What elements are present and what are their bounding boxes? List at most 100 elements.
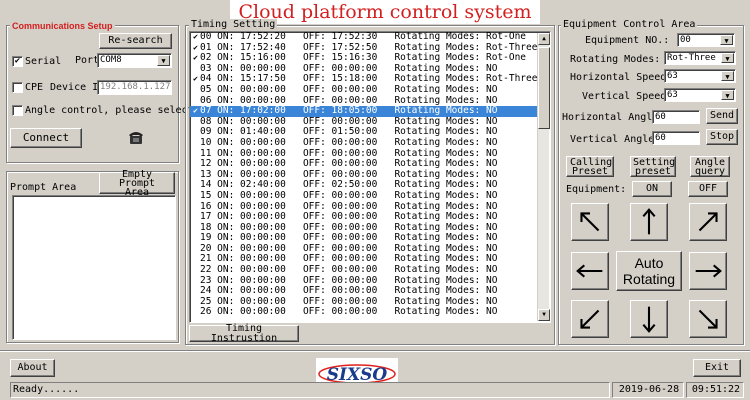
cpe-checkbox[interactable] (12, 82, 23, 93)
timing-list[interactable]: ✔ 00 ON: 17:52:20 OFF: 17:52:30 Rotating … (189, 31, 551, 323)
timing-row-checkbox[interactable]: ✔ (191, 32, 200, 43)
equipment-control-label: Equipment Control Area (561, 19, 698, 31)
equipment-no-select[interactable]: 00 ▼ (677, 33, 735, 47)
timing-row-text: 02 ON: 15:16:00 OFF: 15:16:30 Rotating M… (200, 52, 527, 64)
timing-row-text: 17 ON: 00:00:00 OFF: 00:00:00 Rotating M… (200, 211, 498, 223)
auto-rotating-label: Auto Rotating (622, 255, 676, 287)
arrow-up-left-icon (580, 212, 600, 232)
right-button[interactable] (689, 252, 727, 290)
chevron-down-icon[interactable]: ▼ (157, 55, 170, 66)
timing-row-text: 20 ON: 00:00:00 OFF: 00:00:00 Rotating M… (200, 242, 498, 254)
timing-row-text: 22 ON: 00:00:00 OFF: 00:00:00 Rotating M… (200, 264, 498, 276)
send-button[interactable]: Send (706, 108, 738, 124)
chevron-down-icon[interactable]: ▼ (721, 71, 734, 81)
timing-row-text: 24 ON: 00:00:00 OFF: 00:00:00 Rotating M… (200, 285, 498, 297)
rotating-modes-value: Rot-Three (667, 53, 716, 63)
equipment-no-value: 00 (680, 35, 691, 45)
arrow-left-icon (576, 264, 603, 278)
timing-row-text: 08 ON: 00:00:00 OFF: 00:00:00 Rotating M… (200, 115, 498, 127)
up-button[interactable] (630, 203, 668, 241)
timing-row-text: 09 ON: 01:40:00 OFF: 01:50:00 Rotating M… (200, 126, 498, 138)
down-right-button[interactable] (689, 300, 727, 338)
vertical-speed-select[interactable]: 63 ▼ (664, 88, 736, 102)
auto-rotating-button[interactable]: Auto Rotating (616, 251, 682, 291)
calling-preset-button[interactable]: Calling Preset (566, 156, 614, 177)
down-left-button[interactable] (571, 300, 609, 338)
horizontal-angle-field[interactable]: 60 (652, 110, 700, 124)
port-label: Port (75, 55, 100, 66)
equipment-off-button[interactable]: OFF (688, 181, 728, 197)
vertical-angle-field[interactable]: 60 (652, 131, 700, 145)
chevron-down-icon[interactable]: ▼ (721, 53, 734, 63)
timing-row-text: 03 ON: 00:00:00 OFF: 00:00:00 Rotating M… (200, 62, 498, 74)
rotating-modes-select[interactable]: Rot-Three ▼ (664, 51, 736, 65)
up-right-button[interactable] (689, 203, 727, 241)
timing-row-text: 18 ON: 00:00:00 OFF: 00:00:00 Rotating M… (200, 221, 498, 233)
scroll-thumb[interactable] (538, 47, 550, 129)
chevron-down-icon[interactable]: ▼ (721, 90, 734, 100)
timing-row[interactable]: 26 ON: 00:00:00 OFF: 00:00:00 Rotating M… (190, 307, 550, 318)
timing-row-text: 16 ON: 00:00:00 OFF: 00:00:00 Rotating M… (200, 200, 498, 212)
left-button[interactable] (571, 252, 609, 290)
timing-row-text: 00 ON: 17:52:20 OFF: 17:52:30 Rotating M… (200, 31, 527, 42)
down-button[interactable] (630, 300, 668, 338)
arrow-up-right-icon (698, 212, 718, 232)
empty-prompt-area-button[interactable]: Empty Prompt Area (99, 169, 175, 197)
up-left-button[interactable] (571, 203, 609, 241)
timing-row-text: 23 ON: 00:00:00 OFF: 00:00:00 Rotating M… (200, 274, 498, 286)
arrow-up-icon (642, 208, 656, 235)
arrow-down-left-icon (580, 309, 600, 329)
timing-row-text: 07 ON: 17:02:00 OFF: 18:05:00 Rotating M… (200, 105, 498, 117)
equipment-on-button[interactable]: ON (632, 181, 672, 197)
stop-button[interactable]: Stop (706, 129, 738, 145)
tab-timing-instruction[interactable]: Timing Instrustion (189, 323, 299, 343)
timing-row-text: 13 ON: 00:00:00 OFF: 00:00:00 Rotating M… (200, 168, 498, 180)
timing-row-checkbox[interactable]: ✔ (191, 53, 200, 64)
arrow-down-right-icon (698, 309, 718, 329)
status-text: Ready...... (10, 382, 610, 398)
timing-row-checkbox[interactable]: ✔ (191, 106, 200, 117)
status-time: 09:51:22 (686, 382, 744, 398)
angle-control-checkbox[interactable] (12, 105, 23, 116)
vertical-speed-label: Vertical Speed: (582, 91, 673, 102)
serial-checkbox[interactable]: ✔ (12, 56, 23, 67)
horizontal-angle-label: Horizontal Angle: (562, 112, 665, 123)
equipment-no-label: Equipment NO.: (585, 35, 670, 46)
timing-list-scrollbar[interactable]: ▲ ▼ (537, 33, 550, 321)
communications-setup-label: Communications Setup (10, 20, 115, 32)
arrow-down-icon (642, 306, 656, 333)
prompt-area-textbox[interactable] (12, 195, 176, 340)
exit-button[interactable]: Exit (693, 359, 741, 377)
angle-control-label: Angle control, please select (25, 105, 194, 116)
port-select[interactable]: COM8 ▼ (97, 53, 172, 68)
angle-query-label: Angle query (694, 156, 726, 177)
timing-row-checkbox[interactable]: ✔ (191, 74, 200, 85)
horizontal-speed-select[interactable]: 63 ▼ (664, 69, 736, 83)
timing-row-text: 04 ON: 15:17:50 OFF: 15:18:00 Rotating M… (200, 73, 538, 85)
port-value: COM8 (100, 55, 122, 65)
timing-row-text: 14 ON: 02:40:00 OFF: 02:50:00 Rotating M… (200, 179, 498, 191)
chevron-down-icon[interactable]: ▼ (720, 35, 733, 45)
arrow-right-icon (695, 264, 722, 278)
setting-preset-button[interactable]: Setting preset (630, 156, 676, 177)
vertical-speed-value: 63 (667, 90, 678, 100)
timing-setting-label: Timing Setting (189, 19, 278, 31)
timing-row-text: 10 ON: 00:00:00 OFF: 00:00:00 Rotating M… (200, 136, 498, 148)
about-button[interactable]: About (10, 359, 55, 377)
prompt-area-label: Prompt Area (10, 182, 77, 193)
scroll-up-icon[interactable]: ▲ (538, 33, 550, 45)
device-ip-field[interactable]: 192.168.1.127 (97, 80, 172, 95)
timing-row-text: 06 ON: 00:00:00 OFF: 00:00:00 Rotating M… (200, 94, 498, 106)
timing-row-text: 26 ON: 00:00:00 OFF: 00:00:00 Rotating M… (200, 306, 498, 318)
research-button[interactable]: Re-search (99, 33, 172, 49)
timing-row-text: 11 ON: 00:00:00 OFF: 00:00:00 Rotating M… (200, 147, 498, 159)
status-date: 2019-06-28 (612, 382, 684, 398)
calling-preset-label: Calling Preset (570, 156, 613, 177)
timing-row-checkbox[interactable]: ✔ (191, 43, 200, 54)
rotating-modes-label: Rotating Modes: (570, 54, 661, 65)
vertical-angle-label: Vertical Angle: (570, 134, 661, 145)
scroll-down-icon[interactable]: ▼ (538, 309, 550, 321)
timing-row-text: 21 ON: 00:00:00 OFF: 00:00:00 Rotating M… (200, 253, 498, 265)
angle-query-button[interactable]: Angle query (690, 156, 730, 177)
connect-button[interactable]: Connect (10, 128, 82, 148)
